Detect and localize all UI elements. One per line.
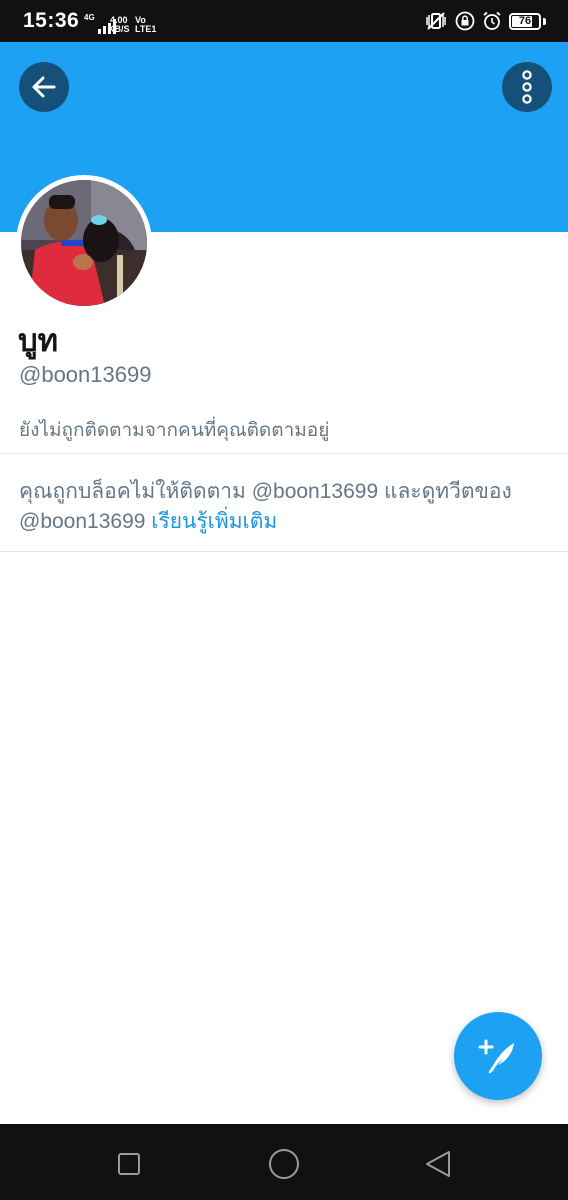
home-button[interactable]: [266, 1146, 302, 1182]
divider: [0, 453, 568, 454]
profile-handle: @boon13699: [19, 362, 152, 387]
network-speed: 4.00 KB/S: [108, 16, 130, 34]
screen: 15:36 4G 4.00 KB/S Vo LTE1 76 บูท @boon1…: [0, 0, 568, 1200]
profile-display-name: บูท: [18, 323, 59, 358]
lock-icon: [455, 11, 475, 31]
follow-status-text: ยังไม่ถูกติดตามจากคนที่คุณติดตามอยู่: [19, 420, 330, 441]
battery-icon: 76: [509, 12, 541, 30]
battery-level: 76: [518, 15, 532, 27]
arrow-left-icon: [32, 76, 56, 98]
profile-avatar[interactable]: [16, 175, 152, 311]
square-icon: [118, 1153, 140, 1175]
compose-tweet-icon: [478, 1039, 514, 1074]
status-icons: 76: [424, 11, 546, 31]
battery-tip: [543, 17, 546, 25]
vibrate-off-icon: [424, 11, 448, 31]
learn-more-link[interactable]: เรียนรู้เพิ่มเติม: [151, 510, 277, 533]
back-button[interactable]: [19, 62, 69, 112]
avatar-photo: [21, 180, 147, 306]
blocked-notice: คุณถูกบล็อคไม่ให้ติดตาม @boon13699 และดู…: [19, 477, 554, 537]
more-options-button[interactable]: [502, 62, 552, 112]
status-bar: 15:36 4G 4.00 KB/S Vo LTE1 76: [0, 0, 568, 42]
divider: [0, 551, 568, 552]
system-nav-bar: [0, 1124, 568, 1200]
speed-unit: KB/S: [108, 24, 130, 34]
alarm-icon: [482, 11, 502, 31]
network-type: 4G: [84, 13, 95, 22]
circle-icon: [269, 1149, 299, 1179]
system-back-button[interactable]: [420, 1146, 456, 1182]
more-vertical-icon: [522, 70, 532, 104]
compose-tweet-button[interactable]: [454, 1012, 542, 1100]
volte-bottom: LTE1: [135, 24, 157, 34]
volte-indicator: Vo LTE1: [135, 16, 156, 34]
triangle-back-icon: [426, 1151, 450, 1177]
recent-apps-button[interactable]: [111, 1146, 147, 1182]
status-time: 15:36: [23, 9, 80, 32]
